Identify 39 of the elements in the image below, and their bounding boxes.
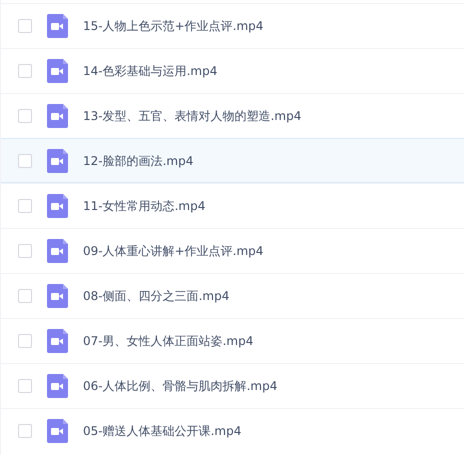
- video-file-icon: [47, 14, 68, 38]
- video-file-icon: [47, 104, 68, 128]
- video-file-icon: [47, 148, 68, 172]
- file-name[interactable]: 07-男、女性人体正面站姿.mp4: [83, 332, 254, 350]
- checkbox[interactable]: [18, 19, 32, 33]
- checkbox[interactable]: [18, 244, 32, 258]
- file-row[interactable]: 11-女性常用动态.mp4: [1, 183, 464, 228]
- file-row[interactable]: 07-男、女性人体正面站姿.mp4: [1, 318, 464, 363]
- file-row[interactable]: 05-赠送人体基础公开课.mp4: [1, 408, 464, 453]
- file-name[interactable]: 06-人体比例、骨骼与肌肉拆解.mp4: [83, 377, 278, 395]
- video-file-icon: [47, 374, 68, 398]
- file-name[interactable]: 13-发型、五官、表情对人物的塑造.mp4: [83, 107, 302, 125]
- checkbox[interactable]: [18, 199, 32, 213]
- checkbox[interactable]: [18, 109, 32, 123]
- file-row[interactable]: 09-人体重心讲解+作业点评.mp4: [1, 228, 464, 273]
- file-name[interactable]: 12-脸部的画法.mp4: [83, 152, 194, 170]
- file-name[interactable]: 08-侧面、四分之三面.mp4: [83, 287, 230, 305]
- file-row[interactable]: 14-色彩基础与运用.mp4: [1, 48, 464, 93]
- file-row[interactable]: 15-人物上色示范+作业点评.mp4: [1, 3, 464, 48]
- checkbox[interactable]: [18, 424, 32, 438]
- video-file-icon: [47, 59, 68, 83]
- checkbox[interactable]: [18, 334, 32, 348]
- checkbox[interactable]: [18, 289, 32, 303]
- file-name[interactable]: 14-色彩基础与运用.mp4: [83, 62, 218, 80]
- file-name[interactable]: 09-人体重心讲解+作业点评.mp4: [83, 242, 264, 260]
- checkbox[interactable]: [18, 64, 32, 78]
- video-file-icon: [47, 419, 68, 443]
- video-file-icon: [47, 194, 68, 218]
- file-row[interactable]: 08-侧面、四分之三面.mp4: [1, 273, 464, 318]
- checkbox[interactable]: [18, 154, 32, 168]
- file-name[interactable]: 11-女性常用动态.mp4: [83, 197, 206, 215]
- file-name[interactable]: 05-赠送人体基础公开课.mp4: [83, 422, 242, 440]
- checkbox[interactable]: [18, 379, 32, 393]
- file-name[interactable]: 15-人物上色示范+作业点评.mp4: [83, 17, 264, 35]
- file-row[interactable]: 12-脸部的画法.mp4: [1, 138, 464, 183]
- file-row[interactable]: 06-人体比例、骨骼与肌肉拆解.mp4: [1, 363, 464, 408]
- video-file-icon: [47, 239, 68, 263]
- video-file-icon: [47, 284, 68, 308]
- video-file-icon: [47, 329, 68, 353]
